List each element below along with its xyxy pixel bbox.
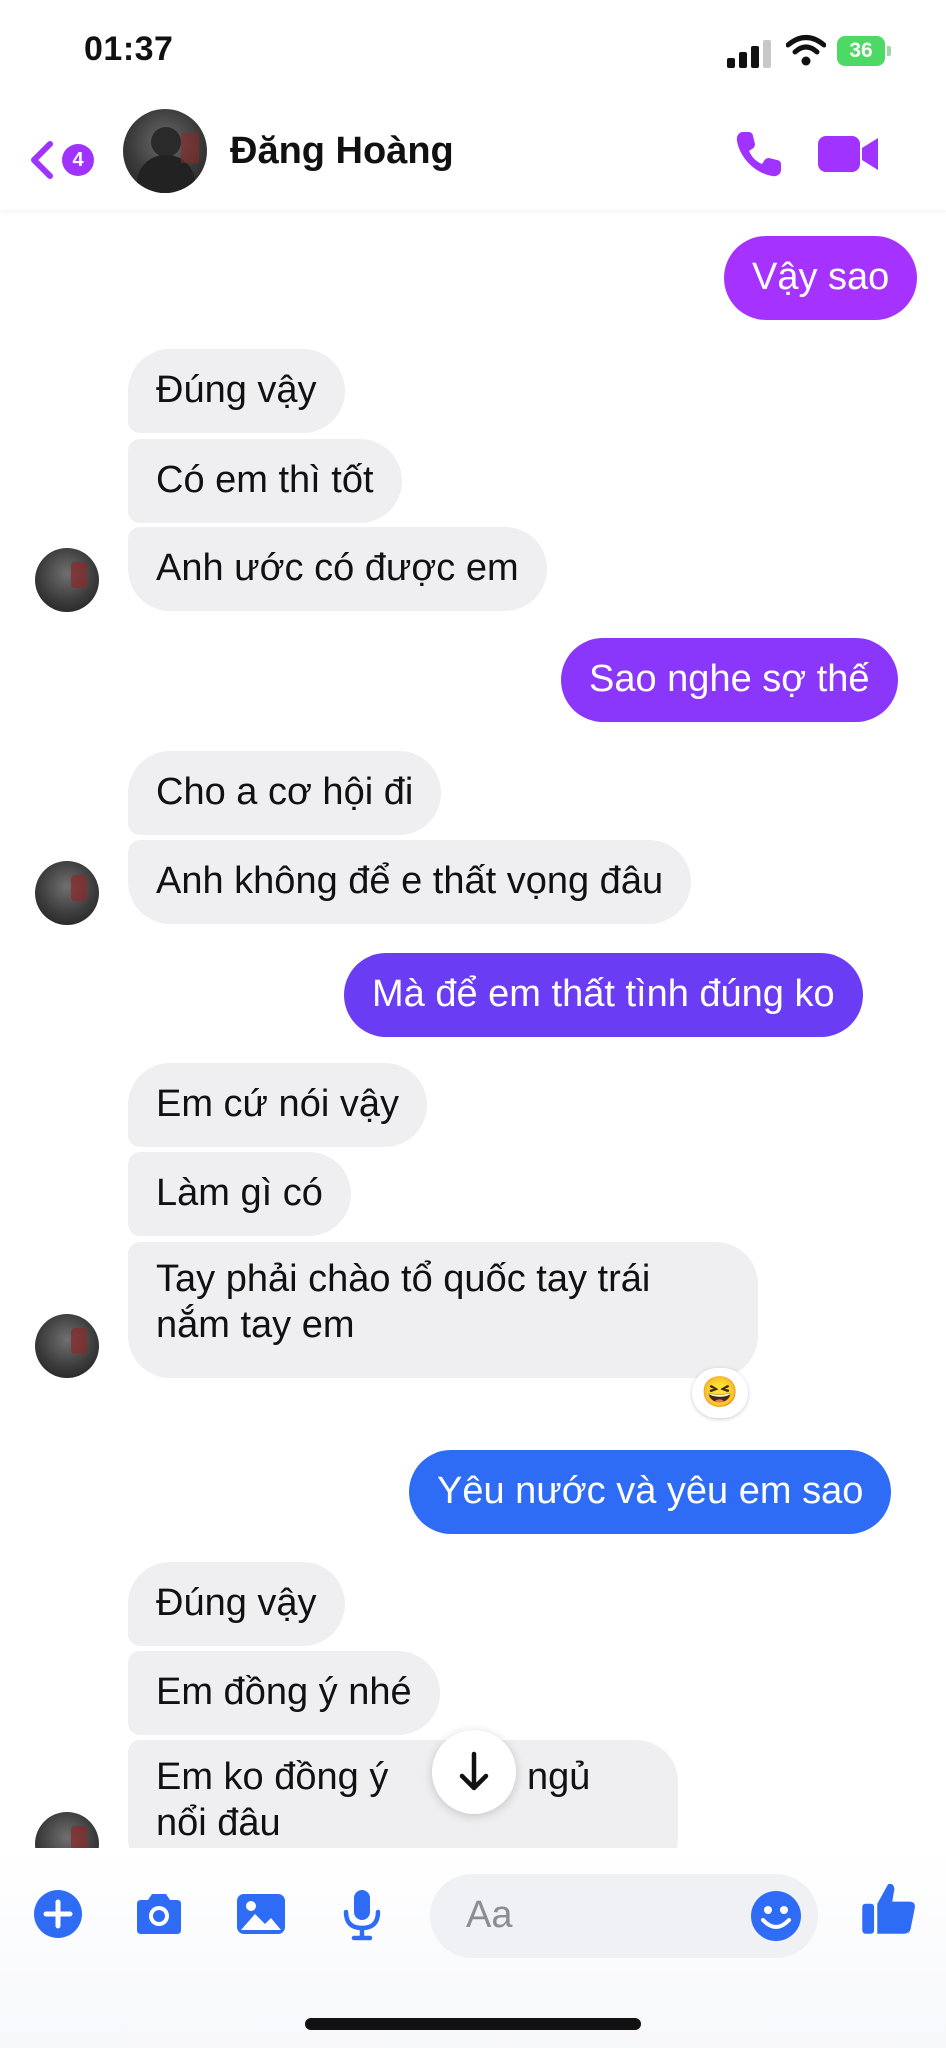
unread-badge: 4 <box>62 144 94 176</box>
home-indicator <box>305 2018 641 2030</box>
contact-name[interactable]: Đăng Hoàng <box>230 130 454 173</box>
avatar <box>35 861 99 925</box>
input-placeholder: Aa <box>466 1894 513 1936</box>
plus-icon[interactable] <box>30 1886 86 1942</box>
message-bubble-outgoing[interactable]: Mà để em thất tình đúng ko <box>344 953 863 1037</box>
image-icon[interactable] <box>233 1886 289 1942</box>
battery-icon: 36 <box>837 36 893 66</box>
reaction-emoji[interactable]: 😆 <box>692 1368 748 1418</box>
scroll-to-bottom-button[interactable] <box>432 1730 516 1814</box>
back-button[interactable]: 4 <box>28 132 98 188</box>
message-list: Vậy sao Đúng vậy Có em thì tốt Anh ước c… <box>0 0 946 2048</box>
message-bubble-incoming-multiline[interactable]: Tay phải chào tổ quốc tay trái nắm tay e… <box>128 1242 758 1378</box>
chat-header: 4 Đăng Hoàng <box>0 109 946 210</box>
wifi-icon <box>786 35 826 66</box>
avatar <box>35 1314 99 1378</box>
message-bubble-incoming[interactable]: Em đồng ý nhé <box>128 1651 440 1735</box>
message-bubble-incoming[interactable]: Có em thì tốt <box>128 439 402 523</box>
message-line: nắm tay em <box>156 1304 355 1346</box>
message-bubble-incoming[interactable]: Đúng vậy <box>128 349 345 433</box>
avatar <box>35 548 99 612</box>
message-bubble-incoming[interactable]: Em cứ nói vậy <box>128 1063 427 1147</box>
message-bubble-incoming[interactable]: Cho a cơ hội đi <box>128 751 442 835</box>
thumbs-up-icon[interactable] <box>858 1878 918 1938</box>
message-line: Em ko đồng ý ko ngủ <box>156 1754 650 1800</box>
message-fragment: Em ko đồng ý <box>156 1756 389 1798</box>
status-time: 01:37 <box>84 30 174 68</box>
message-bubble-incoming[interactable]: Anh ước có được em <box>128 527 547 611</box>
message-bubble-incoming[interactable]: Làm gì có <box>128 1152 351 1236</box>
message-input[interactable]: Aa <box>430 1874 818 1958</box>
message-bubble-incoming[interactable]: Đúng vậy <box>128 1562 345 1646</box>
camera-icon[interactable] <box>131 1886 187 1942</box>
arrow-down-icon <box>459 1751 489 1791</box>
emoji-icon[interactable] <box>748 1888 804 1944</box>
message-line: Tay phải chào tổ quốc tay trái <box>156 1258 651 1300</box>
video-camera-icon[interactable] <box>816 132 880 176</box>
signal-icon <box>727 38 775 68</box>
message-bubble-incoming[interactable]: Anh không để e thất vọng đâu <box>128 840 692 924</box>
microphone-icon[interactable] <box>334 1886 390 1942</box>
composer-bar: Aa <box>0 1848 946 2048</box>
phone-icon[interactable] <box>733 128 785 180</box>
message-bubble-outgoing[interactable]: Yêu nước và yêu em sao <box>409 1450 892 1534</box>
contact-avatar[interactable] <box>123 109 207 193</box>
message-bubble-outgoing[interactable]: Sao nghe sợ thế <box>561 638 898 722</box>
battery-percent: 36 <box>849 39 873 62</box>
back-chevron-icon <box>31 141 53 179</box>
message-bubble-outgoing[interactable]: Vậy sao <box>724 236 918 320</box>
status-bar: 01:37 36 <box>0 0 946 110</box>
message-line: nổi đâu <box>156 1802 281 1844</box>
